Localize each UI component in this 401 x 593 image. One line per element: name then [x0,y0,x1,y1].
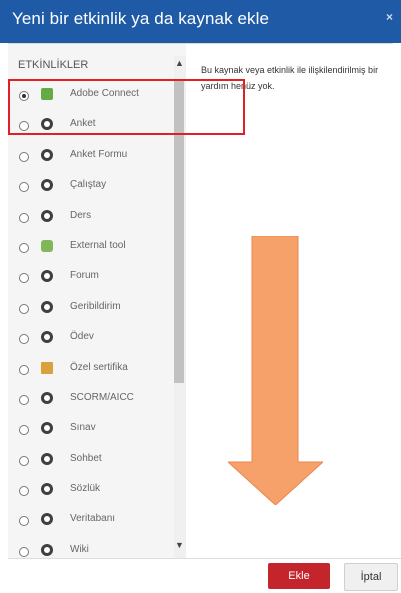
quiz-icon [41,422,53,435]
activity-label: Özel sertifika [70,361,128,373]
activity-label: Sohbet [70,452,102,464]
radio-sinav[interactable] [19,425,29,436]
activity-item-veritabani[interactable]: Veritabanı [8,507,176,537]
modal-title: Yeni bir etkinlik ya da kaynak ekle [12,9,270,28]
activity-label: Çalıştay [70,179,107,191]
activity-item-ozel-sertifika[interactable]: Özel sertifika [8,356,176,386]
lesson-icon [41,209,53,222]
scroll-up-icon[interactable]: ▲ [175,58,184,68]
activity-item-wiki[interactable]: Wiki [8,538,176,558]
certificate-icon [41,361,53,374]
radio-wiki[interactable] [19,546,29,557]
feedback-icon [41,300,53,313]
radio-sozluk[interactable] [19,486,29,497]
activity-item-external-tool[interactable]: External tool [8,234,176,264]
puzzle-icon [41,239,53,252]
forum-icon [41,270,53,283]
radio-calistay[interactable] [19,182,29,193]
assignment-icon [41,331,53,344]
selection-highlight [8,79,245,135]
activity-item-geribildirim[interactable]: Geribildirim [8,295,176,325]
radio-forum[interactable] [19,273,29,284]
activity-item-sinav[interactable]: Sınav [8,416,176,446]
activity-label: External tool [70,239,126,251]
activity-item-calistay[interactable]: Çalıştay [8,173,176,203]
radio-scorm[interactable] [19,394,29,405]
radio-veritabani[interactable] [19,516,29,527]
add-button[interactable]: Ekle [268,563,330,589]
cancel-button[interactable]: İptal [344,563,398,591]
radio-anket-formu[interactable] [19,151,29,162]
radio-odev[interactable] [19,334,29,345]
activity-item-sozluk[interactable]: Sözlük [8,477,176,507]
activity-label: Wiki [70,543,89,555]
activity-label: Sözlük [70,483,101,495]
radio-external-tool[interactable] [19,242,29,253]
activity-label: Geribildirim [70,300,121,312]
activity-label: SCORM/AICC [70,391,134,403]
workshop-icon [41,179,53,192]
activity-item-odev[interactable]: Ödev [8,325,176,355]
chat-icon [41,452,53,465]
activity-item-anket-formu[interactable]: Anket Formu [8,143,176,173]
activity-label: Veritabanı [70,513,116,525]
activity-label: Forum [70,270,99,282]
radio-ders[interactable] [19,212,29,223]
section-title: ETKİNLİKLER [18,59,89,71]
glossary-icon [41,483,53,496]
close-icon[interactable]: × [386,10,393,24]
scorm-icon [41,391,53,404]
activity-label: Ödev [70,331,94,343]
radio-sohbet[interactable] [19,455,29,466]
down-arrow-icon [228,236,323,505]
database-icon [41,513,53,526]
activity-item-ders[interactable]: Ders [8,204,176,234]
radio-ozel-sertifika[interactable] [19,364,29,375]
wiki-icon [41,543,53,556]
activity-label: Ders [70,209,92,221]
scroll-down-icon[interactable]: ▼ [175,540,184,550]
form-icon [41,148,53,161]
activity-list: Adobe Connect Anket Anket Formu Çalıştay… [8,82,176,558]
activity-item-sohbet[interactable]: Sohbet [8,447,176,477]
activity-label: Anket Formu [70,148,128,160]
modal-header: Yeni bir etkinlik ya da kaynak ekle × [0,0,401,43]
activity-item-forum[interactable]: Forum [8,264,176,294]
activity-label: Sınav [70,422,96,434]
activity-item-scorm[interactable]: SCORM/AICC [8,386,176,416]
modal-footer [8,558,401,593]
radio-geribildirim[interactable] [19,303,29,314]
